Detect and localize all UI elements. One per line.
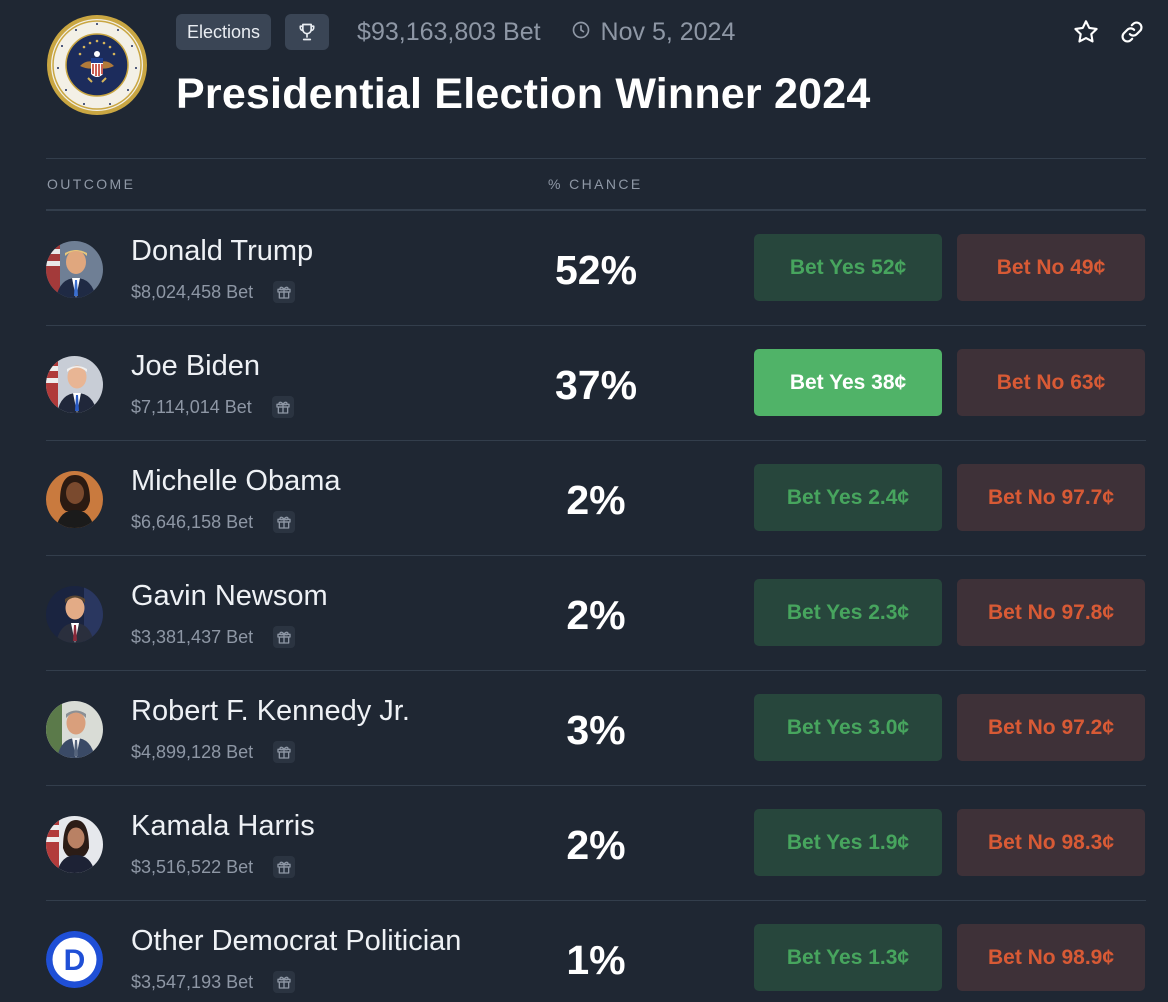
outcome-name: Other Democrat Politician [131,925,462,957]
bet-no-button[interactable]: Bet No 97.2¢ [957,694,1145,761]
outcome-chance: 52% [554,247,638,293]
gift-icon[interactable] [273,856,296,878]
outcome-chance: 2% [566,592,626,638]
column-chance: % CHANCE [548,176,643,192]
outcome-name: Robert F. Kennedy Jr. [131,695,410,727]
table-row[interactable]: Joe Biden $7,114,014 Bet 37% Bet Yes 38¢… [46,326,1146,441]
table-row[interactable]: Michelle Obama $6,646,158 Bet 2% Bet Yes… [46,441,1146,556]
market-page: Elections $93,163,803 Bet Nov 5, 2024 Pr… [0,0,1168,1002]
category-tag[interactable]: Elections [176,14,272,50]
outcome-meta: $8,024,458 Bet [131,281,296,303]
total-volume: $93,163,803 Bet [357,17,541,46]
bet-yes-button[interactable]: Bet Yes 2.4¢ [754,464,942,531]
outcome-chance: 2% [566,477,626,523]
link-icon[interactable] [1118,18,1146,46]
outcome-volume: $3,547,193 Bet [131,971,254,992]
table-row[interactable]: Donald Trump $8,024,458 Bet 52% Bet Yes … [46,211,1146,326]
page-title: Presidential Election Winner 2024 [176,70,871,118]
outcome-chance: 2% [566,822,626,868]
bet-yes-button[interactable]: Bet Yes 2.3¢ [754,579,942,646]
table-row[interactable]: D Other Democrat Politician $3,547,193 B… [46,901,1146,1002]
outcome-volume: $3,516,522 Bet [131,856,254,877]
outcomes-table: OUTCOME % CHANCE Donald Trump $8,024,458… [46,158,1146,1002]
bet-yes-button[interactable]: Bet Yes 3.0¢ [754,694,942,761]
outcome-meta: $6,646,158 Bet [131,511,296,533]
outcome-meta: $7,114,014 Bet [131,396,294,418]
column-outcome: OUTCOME [47,176,136,192]
avatar [46,586,103,643]
outcome-name: Kamala Harris [131,810,315,842]
bet-yes-button[interactable]: Bet Yes 38¢ [754,349,942,416]
outcome-volume: $4,899,128 Bet [131,741,254,762]
outcome-meta: $4,899,128 Bet [131,741,296,763]
outcome-volume: $3,381,437 Bet [131,626,254,647]
table-header: OUTCOME % CHANCE [46,158,1146,211]
gift-icon[interactable] [273,626,296,648]
header-actions [1072,18,1146,46]
clock-icon [571,18,591,47]
star-icon[interactable] [1072,18,1100,46]
democrat-logo-icon: D [46,931,103,988]
democrat-logo-letter: D [64,944,86,977]
outcome-name: Gavin Newsom [131,580,328,612]
bet-no-button[interactable]: Bet No 63¢ [957,349,1145,416]
avatar [46,241,103,298]
table-row[interactable]: Robert F. Kennedy Jr. $4,899,128 Bet 3% … [46,671,1146,786]
outcome-volume: $7,114,014 Bet [131,396,252,417]
end-date: Nov 5, 2024 [571,17,736,47]
avatar [46,816,103,873]
avatar [46,471,103,528]
bet-no-button[interactable]: Bet No 97.8¢ [957,579,1145,646]
gift-icon[interactable] [273,281,296,303]
presidential-seal-icon [46,14,148,116]
bet-no-button[interactable]: Bet No 49¢ [957,234,1145,301]
outcome-chance: 3% [566,707,626,753]
outcome-meta: $3,516,522 Bet [131,856,296,878]
avatar [46,701,103,758]
gift-icon[interactable] [271,396,294,418]
avatar [46,356,103,413]
outcome-meta: $3,547,193 Bet [131,971,296,993]
market-meta: Elections $93,163,803 Bet Nov 5, 2024 [176,14,735,50]
bet-yes-button[interactable]: Bet Yes 1.3¢ [754,924,942,991]
market-header: Elections $93,163,803 Bet Nov 5, 2024 Pr… [46,12,1146,132]
table-row[interactable]: Kamala Harris $3,516,522 Bet 2% Bet Yes … [46,786,1146,901]
bet-no-button[interactable]: Bet No 98.3¢ [957,809,1145,876]
bet-no-button[interactable]: Bet No 97.7¢ [957,464,1145,531]
outcome-name: Donald Trump [131,235,314,267]
outcome-name: Joe Biden [131,350,260,382]
outcome-volume: $6,646,158 Bet [131,511,254,532]
bet-no-button[interactable]: Bet No 98.9¢ [957,924,1145,991]
bet-yes-button[interactable]: Bet Yes 52¢ [754,234,942,301]
bet-yes-button[interactable]: Bet Yes 1.9¢ [754,809,942,876]
outcome-meta: $3,381,437 Bet [131,626,296,648]
trophy-icon[interactable] [285,14,330,50]
outcome-name: Michelle Obama [131,465,341,497]
gift-icon[interactable] [273,741,296,763]
end-date-text: Nov 5, 2024 [600,17,736,46]
gift-icon[interactable] [273,971,296,993]
gift-icon[interactable] [273,511,296,533]
outcome-chance: 1% [566,937,626,983]
table-row[interactable]: Gavin Newsom $3,381,437 Bet 2% Bet Yes 2… [46,556,1146,671]
outcome-chance: 37% [554,362,638,408]
outcome-volume: $8,024,458 Bet [131,281,254,302]
